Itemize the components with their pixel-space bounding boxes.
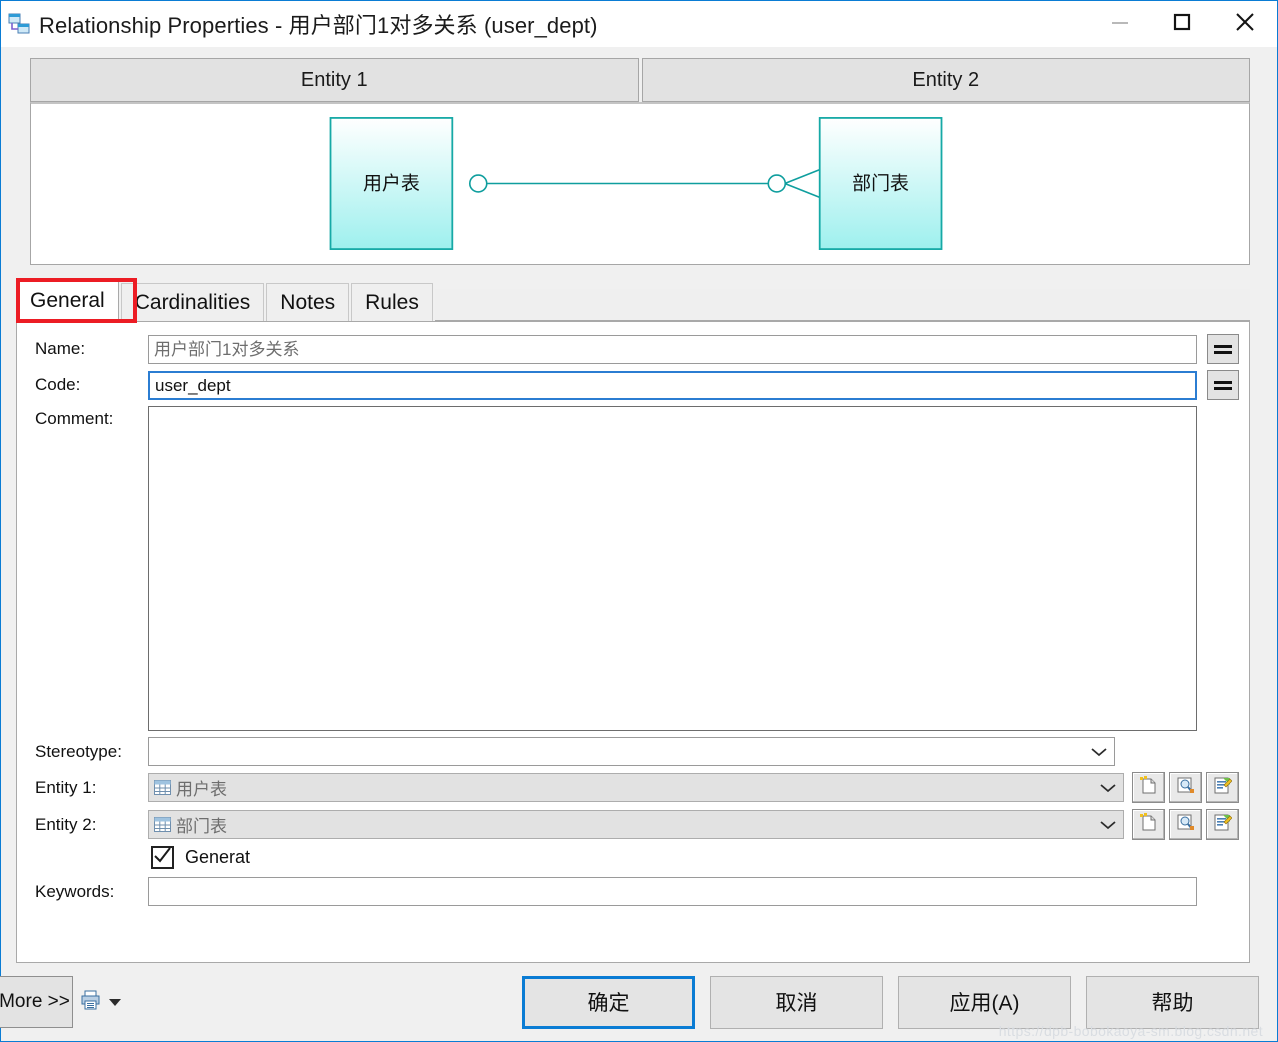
entity1-value: 用户表 [176, 780, 227, 799]
tab-rules[interactable]: Rules [351, 283, 433, 321]
close-icon [1232, 9, 1258, 39]
generate-label: Generat [185, 847, 251, 867]
entity1-browse-button[interactable] [1169, 772, 1202, 803]
cancel-button[interactable]: 取消 [710, 975, 883, 1029]
generate-row: Generat [35, 846, 1239, 869]
print-icon [81, 990, 100, 1014]
window-controls [1089, 1, 1277, 47]
code-equals-button[interactable] [1207, 370, 1239, 400]
properties-icon [1213, 776, 1233, 799]
entity1-combobox[interactable]: 用户表 [148, 773, 1124, 802]
entity1-new-button[interactable] [1132, 772, 1165, 803]
comment-textarea[interactable] [148, 406, 1197, 731]
checkmark-icon [153, 847, 172, 868]
code-row: Code: user_dept [35, 370, 1239, 400]
tab-notes-label: Notes [280, 290, 336, 314]
maximize-icon [1171, 11, 1193, 37]
tab-notes[interactable]: Notes [266, 283, 350, 321]
keywords-input[interactable] [148, 877, 1197, 906]
ok-button[interactable]: 确定 [522, 975, 695, 1029]
entity2-combobox[interactable]: 部门表 [148, 810, 1124, 839]
entity2-action-buttons [1128, 809, 1239, 840]
footer-buttons: 确定 取消 应用(A) 帮助 [507, 975, 1259, 1029]
title-bar: Relationship Properties - 用户部门1对多关系 (use… [1, 1, 1277, 47]
watermark-text: https://dpb-bobokaoya-sm.blog.csdn.net [998, 1023, 1263, 1039]
minimize-icon [1109, 16, 1131, 33]
comment-row: Comment: [35, 406, 1239, 731]
entity2-row: Entity 2: 部门表 [35, 809, 1239, 840]
cardinality-zero-left [468, 174, 488, 193]
entity-diagram-panel: Entity 1 Entity 2 用户表 部门表 [30, 58, 1250, 265]
entity1-box-label: 用户表 [363, 173, 420, 195]
er-diagram-canvas[interactable]: 用户表 部门表 [30, 102, 1250, 265]
er-diagram-svg: 用户表 部门表 [329, 117, 943, 250]
entity2-browse-button[interactable] [1169, 809, 1202, 840]
generate-checkbox[interactable] [151, 846, 174, 869]
apply-button[interactable]: 应用(A) [898, 975, 1071, 1029]
entity2-properties-button[interactable] [1206, 809, 1239, 840]
more-button[interactable]: More >> [0, 976, 73, 1028]
minimize-button[interactable] [1089, 1, 1151, 47]
name-equals-button[interactable] [1207, 334, 1239, 364]
equals-icon [1214, 342, 1232, 357]
stereotype-row: Stereotype: [35, 737, 1239, 766]
print-button-group[interactable] [81, 990, 121, 1014]
code-input[interactable]: user_dept [148, 370, 1197, 400]
entity2-header: Entity 2 [641, 58, 1250, 102]
equals-icon [1214, 378, 1232, 393]
entity2-label: Entity 2: [35, 814, 97, 834]
general-tab-panel: Name: 用户部门1对多关系 Code: user_dept Comment:… [16, 322, 1250, 963]
cardinality-zero-right [767, 174, 787, 193]
name-input[interactable]: 用户部门1对多关系 [148, 334, 1197, 364]
browse-object-icon [1176, 776, 1195, 799]
entity2-value: 部门表 [176, 817, 227, 836]
table-icon [154, 817, 171, 832]
stereotype-combobox[interactable] [148, 737, 1115, 766]
print-dropdown-caret-icon[interactable] [109, 998, 121, 1006]
dialog-footer: More >> 确定 取消 应用(A) 帮助 https://dpb-bobok… [0, 963, 1277, 1041]
close-button[interactable] [1213, 1, 1277, 47]
entity1-properties-button[interactable] [1206, 772, 1239, 803]
tab-general-label: General [30, 289, 105, 312]
properties-icon [1213, 813, 1233, 836]
entity1-row: Entity 1: 用户表 [35, 772, 1239, 803]
entity1-action-buttons [1128, 772, 1239, 803]
entity1-header: Entity 1 [30, 58, 639, 102]
entity1-label: Entity 1: [35, 777, 97, 797]
tab-cardinalities[interactable]: Cardinalities [120, 283, 265, 321]
comment-label: Comment: [35, 409, 114, 428]
stereotype-label: Stereotype: [35, 741, 122, 761]
name-label: Name: [35, 339, 86, 358]
chevron-down-icon [1093, 782, 1123, 794]
new-object-icon [1139, 776, 1158, 799]
chevron-down-icon [1093, 819, 1123, 831]
entity-header-row: Entity 1 Entity 2 [30, 58, 1250, 102]
keywords-label: Keywords: [35, 881, 115, 901]
new-object-icon [1139, 813, 1158, 836]
entity2-new-button[interactable] [1132, 809, 1165, 840]
help-button[interactable]: 帮助 [1086, 975, 1259, 1029]
name-row: Name: 用户部门1对多关系 [35, 334, 1239, 364]
window-title: Relationship Properties - 用户部门1对多关系 (use… [39, 13, 598, 38]
table-icon [154, 780, 171, 795]
entity2-box-label: 部门表 [852, 173, 909, 195]
browse-object-icon [1176, 813, 1195, 836]
tab-cardinalities-label: Cardinalities [134, 290, 251, 314]
tab-strip-filler [434, 289, 1250, 321]
maximize-button[interactable] [1151, 1, 1213, 47]
relationship-properties-dialog: Relationship Properties - 用户部门1对多关系 (use… [0, 0, 1278, 1042]
crow-foot-many [784, 168, 821, 199]
tab-strip: General Cardinalities Notes Rules [16, 277, 1250, 323]
tab-rules-label: Rules [365, 290, 419, 314]
tab-general[interactable]: General [16, 279, 119, 322]
keywords-row: Keywords: [35, 877, 1239, 906]
relationship-icon [8, 13, 30, 35]
code-label: Code: [35, 375, 81, 394]
chevron-down-icon [1084, 746, 1114, 758]
